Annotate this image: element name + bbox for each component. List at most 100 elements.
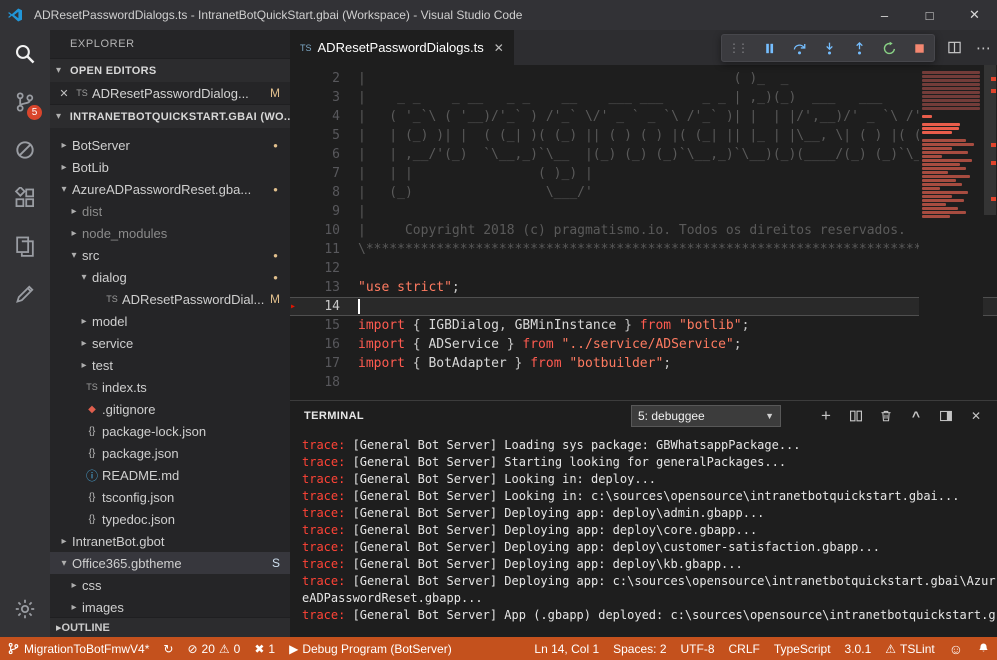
encoding[interactable]: UTF-8: [674, 637, 722, 660]
split-terminal-icon[interactable]: [843, 404, 869, 428]
more-actions-icon[interactable]: ⋯: [976, 39, 991, 57]
terminal-select[interactable]: 5: debuggee ▼: [631, 405, 781, 427]
outline-header[interactable]: ▸ OUTLINE: [50, 617, 290, 637]
tree-item-images[interactable]: ▸images: [50, 596, 290, 618]
tree-item-botlib[interactable]: ▸BotLib: [50, 156, 290, 178]
tree-item-intranetbot-gbot[interactable]: ▸IntranetBot.gbot: [50, 530, 290, 552]
code-line-5[interactable]: 5| | (_) )| | ( (_| )( (_) || ( ) ( ) |(…: [290, 126, 997, 145]
tree-item-typedoc-json[interactable]: {}typedoc.json: [50, 508, 290, 530]
tree-item-test[interactable]: ▸test: [50, 354, 290, 376]
step-over-icon[interactable]: [790, 37, 808, 59]
stop-icon[interactable]: [910, 37, 928, 59]
feedback-smiley-icon[interactable]: ☺: [942, 637, 970, 660]
tree-item-index-ts[interactable]: TSindex.ts: [50, 376, 290, 398]
indentation[interactable]: Spaces: 2: [606, 637, 673, 660]
git-branch-item[interactable]: MigrationToBotFmwV4*: [0, 637, 156, 660]
code-line-12[interactable]: 12: [290, 259, 997, 278]
tree-item-label: css: [82, 578, 102, 593]
cursor-position[interactable]: Ln 14, Col 1: [527, 637, 606, 660]
code-line-16[interactable]: 16import { ADService } from "../service/…: [290, 335, 997, 354]
extensions-icon[interactable]: [0, 174, 50, 222]
trace-prefix: trace:: [302, 506, 345, 520]
code-line-15[interactable]: 15import { IGBDialog, GBMinInstance } fr…: [290, 316, 997, 335]
tree-item-service[interactable]: ▸service: [50, 332, 290, 354]
code-line-4[interactable]: 4| ( '_`\ ( '__)/'_` ) /'_` \/' _ ` _ `\…: [290, 107, 997, 126]
errors-icon: ⊘: [187, 642, 197, 656]
source-control-icon[interactable]: 5: [0, 78, 50, 126]
line-number: 17: [306, 354, 340, 373]
code-line-11[interactable]: 11\*************************************…: [290, 240, 997, 259]
line-number: 5: [306, 126, 340, 145]
terminal-tab[interactable]: TERMINAL: [304, 410, 364, 422]
maximize-button[interactable]: □: [907, 0, 952, 30]
tree-item-dist[interactable]: ▸dist: [50, 200, 290, 222]
panel-layout-icon[interactable]: [933, 404, 959, 428]
open-editors-header[interactable]: ▾ OPEN EDITORS: [50, 58, 290, 82]
editor-scrollbar[interactable]: [983, 65, 997, 400]
code-line-7[interactable]: 7| | | ( )_) | |: [290, 164, 997, 183]
minimize-button[interactable]: –: [862, 0, 907, 30]
pause-icon[interactable]: [760, 37, 778, 59]
debug-status-item[interactable]: ▶ Debug Program (BotServer): [282, 637, 459, 660]
notifications-bell-icon[interactable]: [970, 637, 997, 660]
step-into-icon[interactable]: [820, 37, 838, 59]
tree-item-node-modules[interactable]: ▸node_modules: [50, 222, 290, 244]
tree-item-package-lock-json[interactable]: {}package-lock.json: [50, 420, 290, 442]
code-line-3[interactable]: 3| _ _ _ __ _ _ __ ___ ___ _ _ | ,_)(_) …: [290, 88, 997, 107]
tree-item-package-json[interactable]: {}package.json: [50, 442, 290, 464]
code-line-18[interactable]: 18: [290, 373, 997, 392]
settings-gear-icon[interactable]: [0, 585, 50, 633]
open-editor-item[interactable]: ✕ TS ADResetPasswordDialog... M: [50, 82, 290, 104]
split-editor-icon[interactable]: [947, 40, 962, 55]
code-line-2[interactable]: 2| ( )_ _ |: [290, 69, 997, 88]
tree-item-css[interactable]: ▸css: [50, 574, 290, 596]
edit-icon[interactable]: [0, 270, 50, 318]
eol-sequence[interactable]: CRLF: [722, 637, 767, 660]
ts-version[interactable]: 3.0.1: [838, 637, 879, 660]
tree-item-botserver[interactable]: ▸BotServer●: [50, 134, 290, 156]
tree-item-src[interactable]: ▾src●: [50, 244, 290, 266]
tree-item-office365-gbtheme[interactable]: ▾Office365.gbthemeS: [50, 552, 290, 574]
language-mode[interactable]: TypeScript: [767, 637, 838, 660]
code-line-8[interactable]: 8| (_) \___/' |: [290, 183, 997, 202]
drag-gripper-icon[interactable]: ⋮⋮: [728, 41, 748, 55]
no-entry-icon[interactable]: [0, 126, 50, 174]
code-line-13[interactable]: 13"use strict";: [290, 278, 997, 297]
tree-item--gitignore[interactable]: ◆.gitignore: [50, 398, 290, 420]
step-out-icon[interactable]: [850, 37, 868, 59]
close-button[interactable]: ✕: [952, 0, 997, 30]
tree-item-adresetpassworddial-[interactable]: TSADResetPasswordDial...M: [50, 288, 290, 310]
tree-item-dialog[interactable]: ▾dialog●: [50, 266, 290, 288]
TS-file-icon: TS: [102, 294, 122, 304]
new-terminal-icon[interactable]: +: [813, 404, 839, 428]
tree-item-readme-md[interactable]: ⓘREADME.md: [50, 464, 290, 486]
tree-item-azureadpasswordreset-gba-[interactable]: ▾AzureADPasswordReset.gba...●: [50, 178, 290, 200]
tslint-item[interactable]: ⚠ TSLint: [878, 637, 941, 660]
files-icon[interactable]: [0, 222, 50, 270]
extension-status-item[interactable]: ✖ 1: [247, 637, 282, 660]
minimap[interactable]: [919, 65, 983, 400]
problems-item[interactable]: ⊘ 20 ⚠ 0: [180, 637, 247, 660]
tab-adresetpassworddialogs[interactable]: TS ADResetPasswordDialogs.ts ✕: [290, 30, 514, 65]
code-editor[interactable]: 2| ( )_ _ |3| _ _ _ __ _ _ __ ___ ___ _ …: [290, 65, 997, 400]
kill-terminal-trash-icon[interactable]: [873, 404, 899, 428]
tree-item-model[interactable]: ▸model: [50, 310, 290, 332]
workspace-header[interactable]: ▾ INTRANETBOTQUICKSTART.GBAI (WO...: [50, 104, 290, 128]
scrollbar-slider[interactable]: [984, 65, 996, 215]
tree-item-tsconfig-json[interactable]: {}tsconfig.json: [50, 486, 290, 508]
tab-close-icon[interactable]: ✕: [494, 41, 504, 55]
code-line-10[interactable]: 10| Copyright 2018 (c) pragmatismo.io. T…: [290, 221, 997, 240]
search-icon[interactable]: [0, 30, 50, 78]
maximize-panel-icon[interactable]: ^: [903, 404, 929, 428]
close-icon[interactable]: ✕: [56, 87, 72, 100]
code-line-6[interactable]: 6| | ,__/'(_) `\__,_)`\__ |(_) (_) (_)`\…: [290, 145, 997, 164]
title-bar[interactable]: ADResetPasswordDialogs.ts - IntranetBotQ…: [0, 0, 997, 30]
tree-item-label: IntranetBot.gbot: [72, 534, 165, 549]
close-panel-icon[interactable]: ✕: [963, 404, 989, 428]
code-line-9[interactable]: 9| |: [290, 202, 997, 221]
code-line-17[interactable]: 17import { BotAdapter } from "botbuilder…: [290, 354, 997, 373]
restart-icon[interactable]: [880, 37, 898, 59]
code-line-14[interactable]: ▸14: [290, 297, 997, 316]
terminal-output[interactable]: trace: [General Bot Server] Loading sys …: [290, 431, 997, 624]
sync-button[interactable]: ↻: [156, 637, 180, 660]
